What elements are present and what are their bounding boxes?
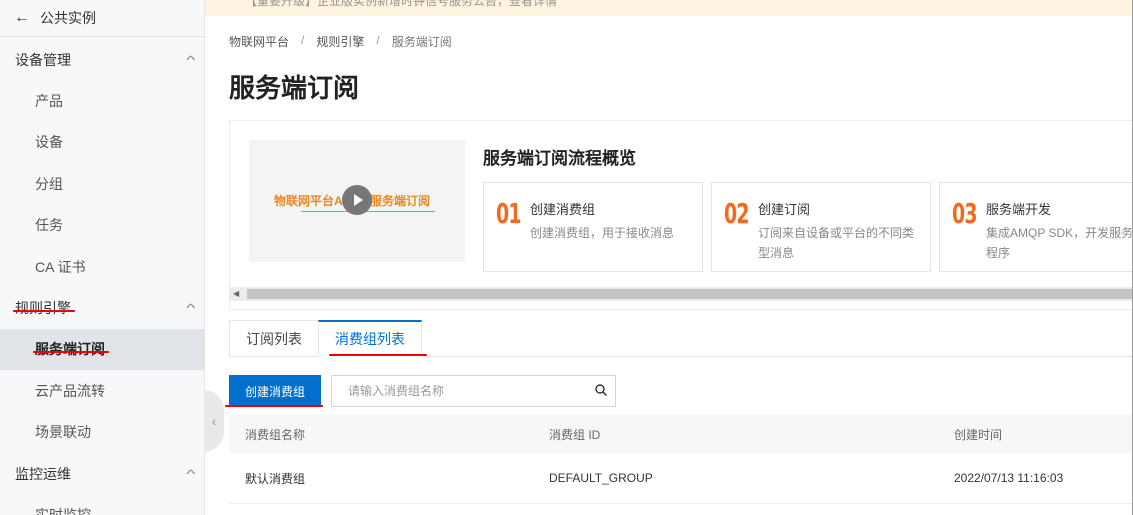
table-cell: DEFAULT_GROUP [549, 471, 653, 485]
sidebar-item-label: 产品 [35, 92, 63, 109]
step-title: 创建消费组 [530, 202, 596, 217]
search-input[interactable] [332, 376, 582, 406]
column-header: 创建时间 [954, 427, 1003, 442]
consumer-group-table: 消费组名称 消费组 ID 创建时间 默认消费组 DEFAULT_GROUP 20… [229, 415, 1133, 504]
breadcrumb-separator: / [376, 33, 380, 47]
sidebar-item-label: 任务 [35, 217, 63, 234]
sidebar-group-monitoring[interactable]: 监控运维 ^ [0, 453, 204, 494]
step-card-2: 02 创建订阅 订阅来自设备或平台的不同类型消息 [711, 182, 931, 272]
breadcrumb-separator: / [301, 33, 305, 47]
sidebar-item-label: 设备 [35, 134, 63, 151]
step-number: 01 [496, 197, 522, 230]
horizontal-scrollbar[interactable]: ◀ [229, 287, 1133, 301]
breadcrumb: 物联网平台 / 规则引擎 / 服务端订阅 [229, 33, 452, 50]
step-card-3: 03 服务端开发 集成AMQP SDK，开发服务端程序 [939, 182, 1133, 272]
chevron-up-icon: ^ [186, 466, 196, 481]
chevron-up-icon: ^ [186, 301, 196, 315]
page-title: 服务端订阅 [229, 73, 360, 103]
play-icon[interactable] [342, 185, 372, 215]
sidebar-group-label: 设备管理 [15, 51, 71, 68]
tab-consumer-group-list[interactable]: 消费组列表 [318, 320, 422, 357]
tab-label: 消费组列表 [335, 331, 405, 347]
sidebar-item-realtime-monitor[interactable]: 实时监控 [0, 494, 204, 515]
sidebar-item-label: 分组 [35, 175, 63, 192]
sidebar-item-group[interactable]: 分组 [0, 163, 204, 205]
step-title: 服务端开发 [986, 202, 1052, 217]
sidebar-item-label: 服务端订阅 [33, 341, 109, 358]
sidebar: ← 公共实例 设备管理 ^ 产品 设备 分组 任务 CA 证书 规则引擎 ^ 服… [0, 0, 205, 515]
column-header: 消费组 ID [549, 427, 601, 442]
tab-subscription-list[interactable]: 订阅列表 [229, 320, 319, 357]
sidebar-item-label: 场景联动 [35, 424, 91, 441]
sidebar-group-label: 规则引擎 [13, 300, 75, 316]
step-title: 创建订阅 [758, 202, 811, 217]
breadcrumb-item[interactable]: 物联网平台 [229, 33, 289, 50]
sidebar-group-rule-engine[interactable]: 规则引擎 ^ [0, 288, 204, 329]
step-number: 03 [952, 197, 978, 230]
tab-bar: 订阅列表 消费组列表 [229, 320, 1133, 357]
notice-banner: 【重要升级】企业版实例新增时钟信号服务公告，查看详情 [205, 0, 1133, 16]
search-icon[interactable] [595, 384, 607, 396]
main-content: 【重要升级】企业版实例新增时钟信号服务公告，查看详情 物联网平台 / 规则引擎 … [205, 0, 1133, 515]
sidebar-item-product[interactable]: 产品 [0, 80, 204, 122]
sidebar-item-cloud-forwarding[interactable]: 云产品流转 [0, 370, 204, 412]
sidebar-item-scene-linkage[interactable]: 场景联动 [0, 412, 204, 454]
tab-label: 订阅列表 [246, 330, 302, 347]
breadcrumb-item[interactable]: 规则引擎 [316, 33, 364, 50]
table-cell: 2022/07/13 11:16:03 [954, 471, 1064, 485]
arrow-left-icon: ← [14, 9, 30, 26]
breadcrumb-current: 服务端订阅 [391, 35, 452, 49]
step-description: 创建消费组，用于接收消息 [530, 226, 675, 240]
overview-panel: 物联网平台AMQP服务端订阅 服务端订阅流程概览 01 创建消费组 创建消费组，… [229, 120, 1133, 310]
sidebar-group-device-mgmt[interactable]: 设备管理 ^ [0, 39, 204, 80]
video-caption-underline [301, 211, 435, 212]
annotation-underline [225, 405, 323, 407]
intro-video[interactable]: 物联网平台AMQP服务端订阅 [249, 140, 465, 262]
table-cell: 默认消费组 [245, 471, 306, 486]
chevron-up-icon: ^ [186, 52, 196, 67]
table-row[interactable]: 默认消费组 DEFAULT_GROUP 2022/07/13 11:16:03 [229, 453, 1133, 504]
create-consumer-group-button[interactable]: 创建消费组 [229, 375, 321, 407]
sidebar-item-server-subscription[interactable]: 服务端订阅 [0, 328, 204, 370]
column-header: 消费组名称 [245, 427, 306, 442]
sidebar-item-ca-cert[interactable]: CA 证书 [0, 246, 204, 288]
sidebar-item-device[interactable]: 设备 [0, 122, 204, 164]
step-card-1: 01 创建消费组 创建消费组，用于接收消息 [483, 182, 703, 272]
step-description: 集成AMQP SDK，开发服务端程序 [986, 226, 1133, 260]
annotation-underline [329, 354, 427, 356]
search-box [331, 375, 616, 407]
step-description: 订阅来自设备或平台的不同类型消息 [758, 226, 915, 260]
sidebar-item-task[interactable]: 任务 [0, 205, 204, 247]
sidebar-group-label: 监控运维 [15, 465, 71, 482]
step-number: 02 [724, 197, 750, 230]
back-label: 公共实例 [40, 10, 96, 26]
overview-title: 服务端订阅流程概览 [483, 149, 636, 168]
chevron-left-icon: ‹ [211, 413, 217, 429]
sidebar-item-label: CA 证书 [35, 258, 86, 275]
table-header: 消费组名称 消费组 ID 创建时间 [229, 415, 1133, 453]
sidebar-item-label: 云产品流转 [35, 382, 105, 399]
scroll-left-icon[interactable]: ◀ [233, 289, 239, 298]
sidebar-item-label: 实时监控 [35, 506, 91, 515]
scrollbar-thumb[interactable] [247, 289, 1133, 299]
back-to-instances[interactable]: ← 公共实例 [0, 0, 204, 37]
notice-text[interactable]: 【重要升级】企业版实例新增时钟信号服务公告，查看详情 [245, 0, 557, 9]
